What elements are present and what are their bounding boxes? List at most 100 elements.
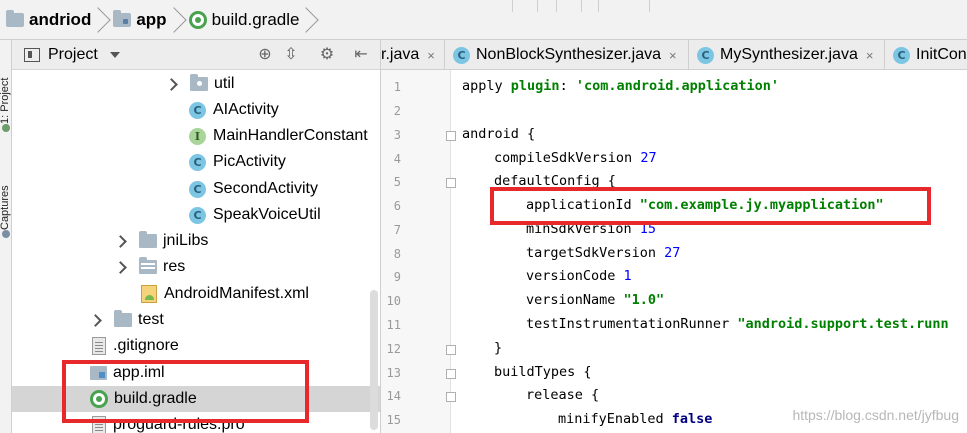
code-line-6: applicationId "com.example.jy.myapplicat… [526, 197, 884, 213]
code-number: 27 [664, 245, 681, 261]
tab-nonblocksynthesizer[interactable]: C NonBlockSynthesizer.java × [445, 40, 689, 70]
close-icon[interactable]: × [669, 48, 677, 63]
code-line-7: minSdkVersion 15 [526, 221, 656, 237]
interface-icon: I [189, 127, 206, 145]
line-number: 4 [393, 152, 401, 166]
tree-item-label: SecondActivity [213, 180, 318, 197]
collapse-icon[interactable]: ⇳ [282, 46, 300, 64]
code-line-14: release { [526, 387, 600, 403]
breadcrumb-separator [97, 0, 107, 40]
chevron-right-icon[interactable] [114, 234, 127, 248]
fold-toggle[interactable] [446, 345, 456, 355]
tree-item-res[interactable]: res [12, 254, 380, 280]
code-editor[interactable]: r.java × C NonBlockSynthesizer.java × C … [381, 40, 967, 433]
breadcrumb-module[interactable]: app [107, 0, 167, 40]
tree-item-test[interactable]: test [12, 307, 380, 333]
fold-toggle[interactable] [446, 369, 456, 379]
toolbar-button[interactable] [556, 0, 582, 12]
code-token: compileSdkVersion [494, 150, 641, 166]
tab-captures-tool[interactable]: Captures [0, 150, 11, 230]
tree-item-label: util [214, 75, 235, 92]
code-string: "1.0" [623, 292, 665, 308]
tree-item-build-gradle[interactable]: build.gradle [12, 386, 380, 412]
tab-r-java[interactable]: r.java × [381, 40, 445, 70]
code-token: versionName [526, 292, 624, 308]
line-number: 7 [393, 223, 401, 237]
toolbar-button[interactable] [512, 0, 538, 12]
code-token: targetSdkVersion [526, 245, 665, 261]
tree-item-label: AIActivity [213, 101, 279, 118]
tree-item-aiactivity[interactable]: C AIActivity [12, 97, 380, 123]
close-icon[interactable]: × [427, 48, 435, 63]
line-number: 2 [393, 104, 401, 118]
class-icon: C [189, 101, 206, 119]
tree-item-app-iml[interactable]: app.iml [12, 360, 380, 386]
line-number: 12 [386, 342, 401, 356]
tree-item-jnilibs[interactable]: jniLibs [12, 228, 380, 254]
breadcrumb-project[interactable]: andriod [0, 0, 91, 40]
project-tool-icon [2, 124, 10, 132]
manifest-icon [141, 285, 157, 303]
code-token: versionCode [526, 268, 624, 284]
chevron-down-icon[interactable] [109, 51, 120, 58]
breadcrumb-file[interactable]: build.gradle [183, 0, 300, 40]
chevron-right-icon[interactable] [165, 77, 178, 91]
target-icon[interactable]: ⊕ [256, 46, 274, 64]
tree-item-androidmanifest[interactable]: AndroidManifest.xml [12, 281, 380, 307]
class-icon: C [189, 180, 206, 198]
code-line-4: compileSdkVersion 27 [494, 150, 657, 166]
breadcrumb-file-label: build.gradle [211, 9, 300, 29]
code-line-12: } [494, 340, 503, 356]
code-line-10: versionName "1.0" [526, 292, 664, 308]
folder-icon [6, 9, 24, 27]
line-number: 1 [393, 80, 401, 94]
tree-item-label: jniLibs [163, 232, 209, 249]
editor-tab-bar: r.java × C NonBlockSynthesizer.java × C … [381, 40, 967, 70]
captures-tool-icon [2, 230, 10, 238]
text-file-icon [92, 416, 106, 433]
line-number: 15 [386, 413, 401, 427]
chevron-right-icon[interactable] [89, 313, 102, 327]
code-line-15: minifyEnabled false [558, 411, 712, 427]
gradle-icon [90, 390, 108, 408]
toolbar-button[interactable] [598, 0, 650, 12]
line-number: 11 [386, 318, 401, 332]
fold-toggle[interactable] [446, 392, 456, 402]
tab-project-tool[interactable]: 1: Project [0, 44, 11, 124]
fold-toggle[interactable] [446, 131, 456, 141]
tree-item-proguard-rules[interactable]: proguard-rules.pro [12, 412, 380, 433]
close-icon[interactable]: × [866, 48, 874, 63]
tree-item-speakvoiceutil[interactable]: C SpeakVoiceUtil [12, 202, 380, 228]
chevron-right-icon[interactable] [114, 260, 127, 274]
package-icon [190, 74, 208, 91]
code-keyword: false [671, 411, 713, 427]
tree-item-label: proguard-rules.pro [113, 416, 245, 433]
tab-label: NonBlockSynthesizer.java [476, 46, 661, 63]
tree-item-gitignore[interactable]: .gitignore [12, 333, 380, 359]
line-number: 10 [386, 294, 401, 308]
tree-item-picactivity[interactable]: C PicActivity [12, 149, 380, 175]
tree-item-util[interactable]: util [12, 71, 380, 97]
project-view-selector[interactable]: Project [48, 46, 98, 64]
tree-item-label: .gitignore [113, 337, 179, 354]
tab-initconfig[interactable]: C InitCon [885, 40, 967, 70]
hide-icon[interactable]: ⇤ [352, 46, 370, 64]
tab-mysynthesizer[interactable]: C MySynthesizer.java × [689, 40, 885, 70]
tab-label: r.java [381, 46, 420, 63]
code-token: testInstrumentationRunner [526, 316, 738, 332]
code-line-8: targetSdkVersion 27 [526, 245, 680, 261]
res-folder-icon [139, 257, 157, 274]
code-line-11: testInstrumentationRunner "android.suppo… [526, 316, 949, 332]
class-icon: C [697, 46, 714, 64]
tree-item-mainhandlerconstant[interactable]: I MainHandlerConstant [12, 123, 380, 149]
line-number: 6 [393, 199, 401, 213]
gear-icon[interactable]: ⚙ [318, 46, 336, 64]
breadcrumb-separator [173, 0, 183, 40]
code-line-1: apply plugin: 'com.android.application' [462, 78, 779, 94]
project-view-icon [24, 47, 40, 62]
fold-toggle[interactable] [446, 178, 456, 188]
text-file-icon [92, 337, 106, 355]
project-scrollbar[interactable] [370, 290, 378, 430]
tree-item-secondactivity[interactable]: C SecondActivity [12, 176, 380, 202]
line-number: 5 [393, 175, 401, 189]
